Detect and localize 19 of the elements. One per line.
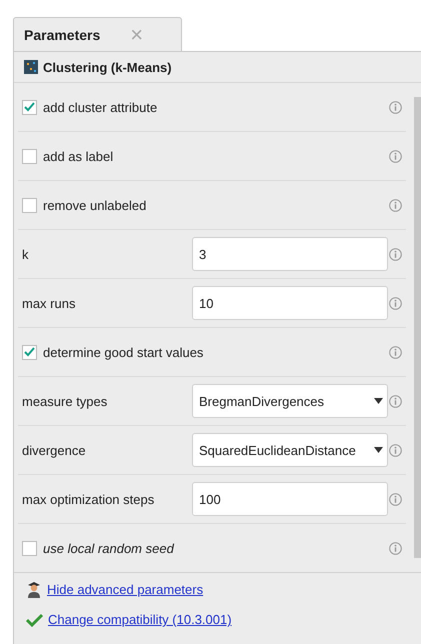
parameter-label: remove unlabeled (43, 198, 146, 212)
parameters-tab[interactable]: Parameters × (13, 17, 182, 51)
link[interactable]: Hide advanced parameters (47, 582, 204, 597)
parameter-label: determine good start values (43, 344, 204, 360)
parameter-label: k (22, 246, 28, 262)
input-field[interactable]: 3 (192, 237, 388, 271)
parameter-label: use local random seed (43, 540, 174, 556)
parameter-label: add cluster attribute (43, 100, 158, 114)
parameter-label: max optimization steps (22, 492, 154, 506)
parameter-label: divergence (22, 442, 86, 458)
input-field[interactable]: 100 (192, 482, 388, 516)
link[interactable]: Change compatibility (10.3.001) (48, 612, 232, 627)
parameter-label: add as label (43, 148, 114, 164)
dropdown[interactable]: SquaredEuclideanDistance (192, 433, 388, 467)
input-field[interactable]: 10 (192, 286, 388, 320)
parameter-label: max runs (22, 296, 76, 310)
parameter-label: measure types (22, 394, 108, 408)
operator-title: Clustering (k-Means) (43, 60, 172, 74)
dropdown[interactable]: BregmanDivergences (192, 384, 388, 418)
